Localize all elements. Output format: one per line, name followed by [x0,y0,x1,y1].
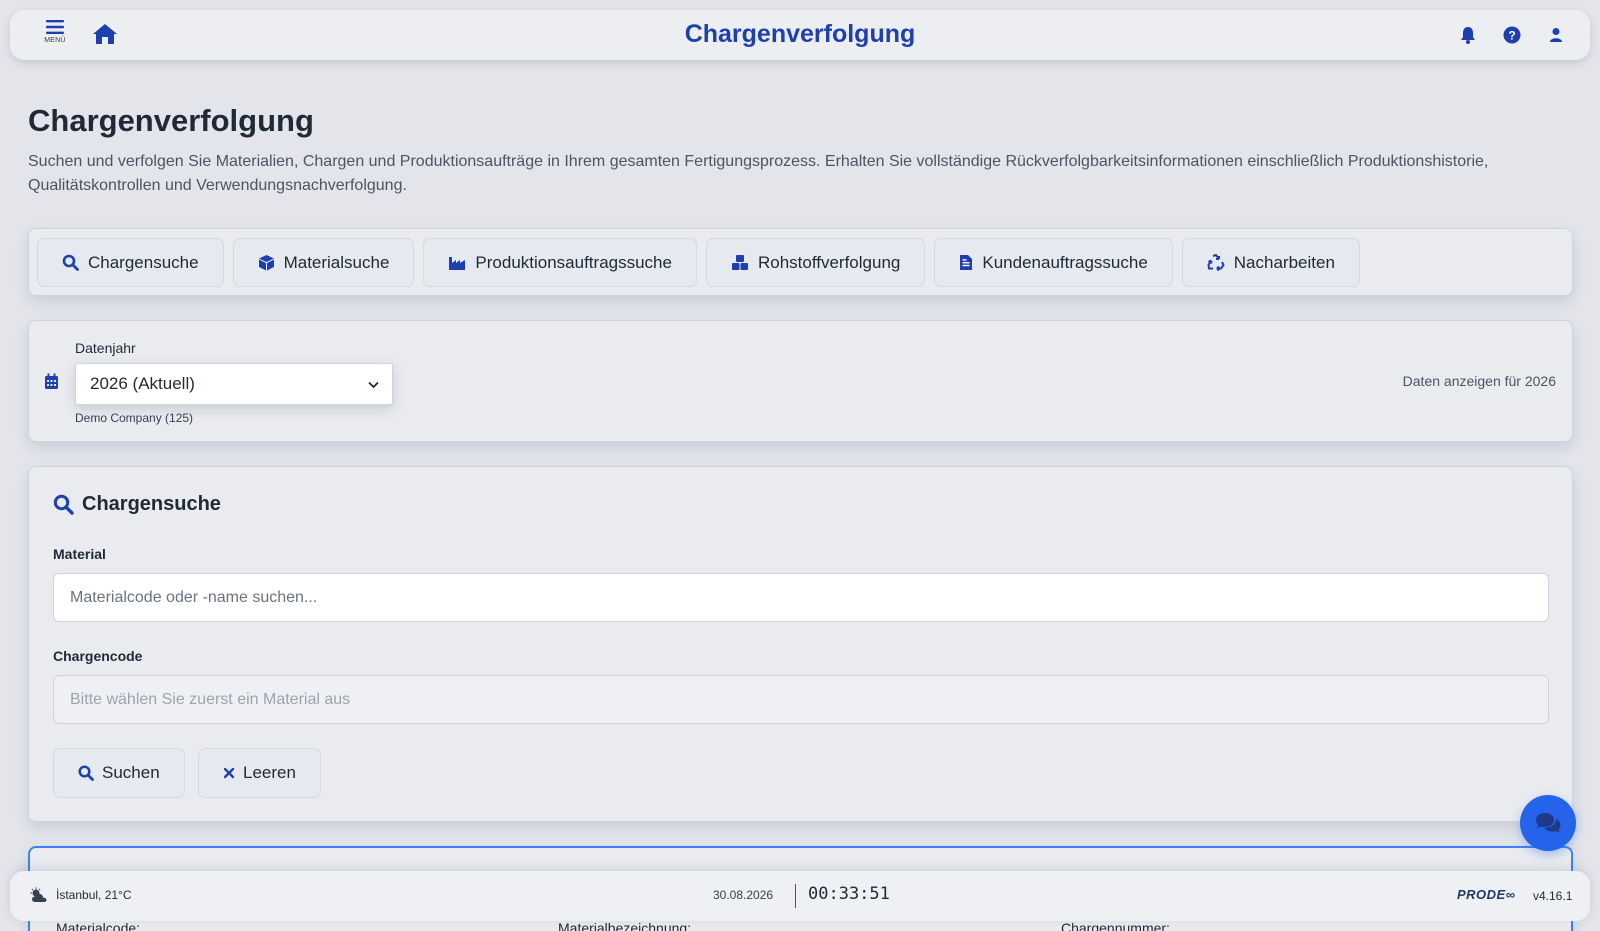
search-button-label: Suchen [102,763,160,782]
document-icon [960,255,973,270]
result-material-name-label: Materialbezeichnung: [558,920,692,931]
menu-label: MENÜ [44,37,66,44]
page-title: Chargenverfolgung [28,103,314,138]
search-icon [62,254,79,271]
weather-widget: İstanbul, 21°C [30,887,132,903]
brand-logo: PRODE∞ [1457,887,1516,902]
tab-kundenauftragssuche[interactable]: Kundenauftragssuche [934,238,1173,287]
top-bar: MENÜ Chargenverfolgung ? [10,10,1590,60]
search-button[interactable]: Suchen [53,748,185,798]
footer-clock: 00:33:51 [808,884,890,904]
year-select[interactable]: 2026 (Aktuell) [75,363,393,405]
box-icon [258,255,274,271]
tab-chargensuche[interactable]: Chargensuche [37,238,224,287]
tab-label: Kundenauftragssuche [982,252,1148,272]
footer-divider [795,884,796,908]
weather-text: İstanbul, 21°C [56,888,132,902]
user-icon[interactable] [1546,24,1566,46]
year-selected-value: 2026 (Aktuell) [90,374,195,393]
batch-search-card: Chargensuche Material Chargencode Suchen… [28,466,1573,822]
calendar-icon [45,373,58,389]
help-icon[interactable]: ? [1502,24,1522,46]
bell-icon[interactable] [1458,24,1478,46]
tab-rohstoffverfolgung[interactable]: Rohstoffverfolgung [705,238,926,287]
tab-label: Produktionsauftragssuche [475,252,672,272]
search-card-title: Chargensuche [53,493,221,516]
recycle-icon [1207,254,1225,271]
home-icon [93,24,117,44]
cloud-sun-icon [30,887,47,902]
close-icon [223,767,235,779]
tab-label: Nacharbeiten [1233,252,1335,272]
app-version: v4.16.1 [1533,889,1573,903]
menu-button[interactable]: MENÜ [40,19,70,53]
tab-materialsuche[interactable]: Materialsuche [232,238,415,287]
factory-icon [449,256,466,270]
tab-nacharbeiten[interactable]: Nacharbeiten [1181,238,1360,287]
tab-label: Materialsuche [283,252,390,272]
chevron-down-icon [368,381,379,389]
material-search-input[interactable] [53,573,1549,622]
clear-button-label: Leeren [243,763,296,782]
footer-date: 30.08.2026 [713,888,774,902]
chat-bubbles-icon [1536,813,1561,833]
app-title: Chargenverfolgung [684,20,916,48]
tab-produktionsauftragssuche[interactable]: Produktionsauftragssuche [423,238,697,287]
search-icon [53,494,74,515]
result-material-code-label: Materialcode: [56,920,141,931]
page-description: Suchen und verfolgen Sie Materialien, Ch… [28,153,1489,194]
hamburger-icon [46,20,64,34]
footer-bar: İstanbul, 21°C 30.08.2026 00:33:51 PRODE… [10,871,1590,921]
boxes-icon [731,255,748,270]
year-filter-card: Datenjahr 2026 (Aktuell) Demo Company (1… [28,320,1573,442]
company-label: Demo Company (125) [75,411,194,425]
chat-button[interactable] [1520,795,1576,851]
tab-label: Chargensuche [88,252,199,272]
batch-code-input[interactable] [53,675,1549,724]
tab-label: Rohstoffverfolgung [757,252,901,272]
home-button[interactable] [92,22,120,48]
year-label: Datenjahr [75,340,136,356]
search-title-text: Chargensuche [82,493,221,515]
svg-text:?: ? [1508,29,1515,43]
year-note: Daten anzeigen für 2026 [1402,373,1556,389]
clear-button[interactable]: Leeren [198,748,321,798]
search-type-tabs: Chargensuche Materialsuche Produktionsau… [28,228,1573,296]
result-batch-number-label: Chargennummer: [1061,920,1170,931]
material-label: Material [53,546,106,562]
search-icon [78,765,94,781]
batch-code-label: Chargencode [53,648,143,664]
